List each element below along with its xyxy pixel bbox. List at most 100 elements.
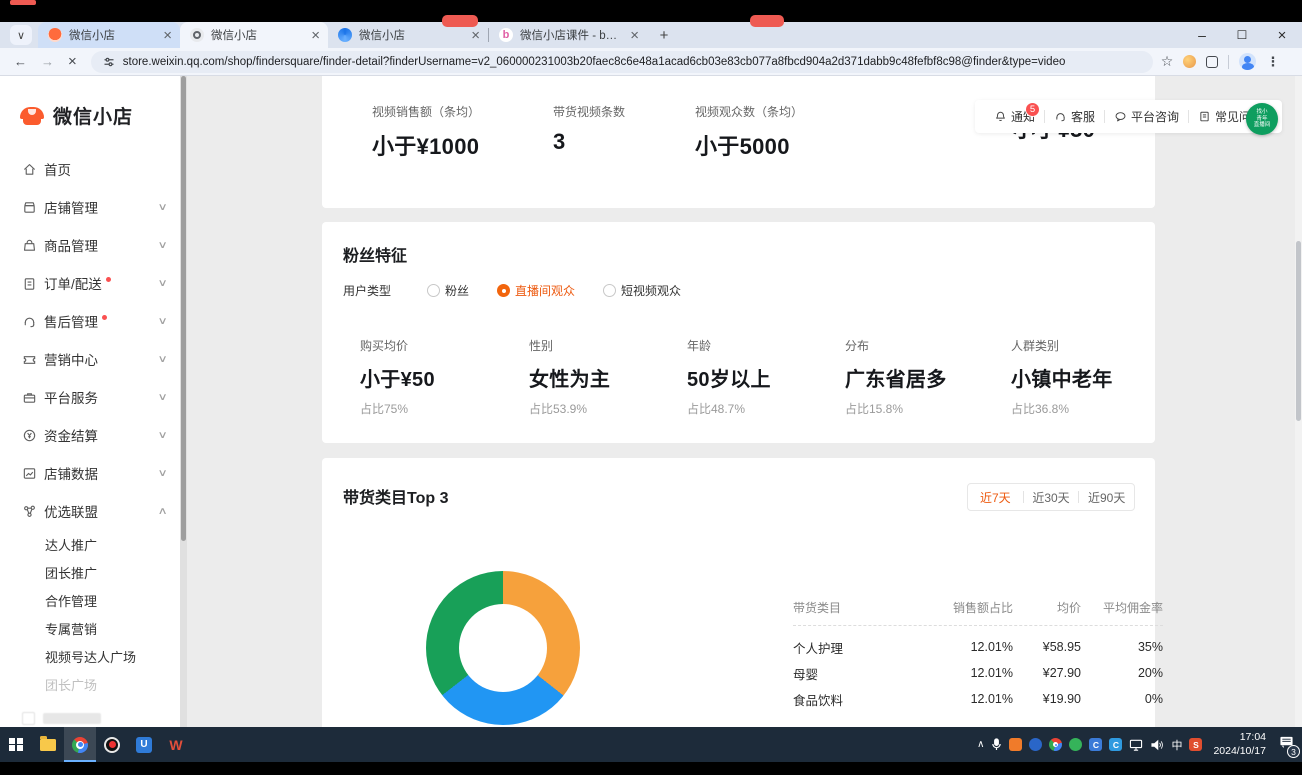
tray-expand-icon[interactable] <box>977 739 984 750</box>
browser-tab-2-active[interactable]: 微信小店 <box>180 22 328 48</box>
sidebar-item-label: 优选联盟 <box>44 501 98 521</box>
stat-label: 带货视频条数 <box>553 103 625 120</box>
sidebar-item-home[interactable]: 首页 <box>0 150 180 188</box>
browser-tab-4[interactable]: b 微信小店课件 - boardmix <box>489 22 647 48</box>
wps-taskbar-button[interactable] <box>160 727 192 762</box>
sidebar-item-platform[interactable]: 平台服务 <box>0 378 180 416</box>
stop-loading-icon[interactable] <box>68 53 77 70</box>
browser-tab-bar: 微信小店 微信小店 微信小店 b 微信小店课件 - boardmix <box>0 22 1302 48</box>
close-button[interactable] <box>1262 22 1302 48</box>
sub-item-label: 视频号达人广场 <box>45 647 136 666</box>
scrollbar-thumb[interactable] <box>181 76 186 541</box>
sidebar-item-product-mgmt[interactable]: 商品管理 <box>0 226 180 264</box>
tray-c-app-icon[interactable] <box>1089 738 1102 751</box>
stat-video-sales: 视频销售额（条均） 小于¥1000 <box>372 103 480 161</box>
address-box[interactable]: store.weixin.qq.com/shop/findersquare/fi… <box>91 51 1153 73</box>
tray-c-app2-icon[interactable] <box>1109 738 1122 751</box>
floating-live-badge[interactable]: 找小 青年 直播间 <box>1246 103 1278 135</box>
sidebar-item-label: 营销中心 <box>44 349 98 369</box>
speaker-icon[interactable] <box>1150 739 1164 751</box>
extensions-icon[interactable] <box>1206 56 1218 68</box>
notification-badge: 3 <box>1287 745 1300 758</box>
file-explorer-button[interactable] <box>32 727 64 762</box>
restore-button[interactable] <box>1222 22 1262 48</box>
app-logo[interactable]: 微信小店 <box>20 102 133 129</box>
scrollbar-thumb[interactable] <box>1296 241 1301 421</box>
browser-tab-1[interactable]: 微信小店 <box>38 22 180 48</box>
tab-close-icon[interactable] <box>303 27 320 44</box>
screen-letterbox <box>0 762 1302 775</box>
generic-favicon <box>190 28 204 42</box>
recording-overlay-icon <box>750 15 784 27</box>
new-tab-button[interactable] <box>653 24 675 46</box>
chrome-taskbar-button[interactable] <box>64 727 96 762</box>
tray-swirl-icon[interactable] <box>1029 738 1042 751</box>
sidebar-item-alliance[interactable]: 优选联盟 <box>0 492 180 530</box>
tray-app-orange-icon[interactable] <box>1009 738 1022 751</box>
site-info-icon[interactable] <box>103 56 115 68</box>
recorder-taskbar-button[interactable] <box>96 727 128 762</box>
microphone-icon[interactable] <box>991 738 1002 751</box>
sidebar-item-data[interactable]: 店铺数据 <box>0 454 180 492</box>
tab-title: 微信小店 <box>69 27 115 43</box>
sidebar-item-marketing[interactable]: 营销中心 <box>0 340 180 378</box>
u-app-taskbar-button[interactable] <box>128 727 160 762</box>
platform-consult-button[interactable]: 平台咨询 <box>1105 108 1188 125</box>
taskbar-clock[interactable]: 17:04 2024/10/17 <box>1213 731 1266 758</box>
tab-close-icon[interactable] <box>622 27 639 44</box>
shop-logo-icon <box>20 104 44 128</box>
stat-value: 3 <box>553 129 625 155</box>
minimize-button[interactable] <box>1182 22 1222 48</box>
headset-icon <box>1054 110 1067 123</box>
sidebar-sub-tuanzhang[interactable]: 团长推广 <box>0 558 180 586</box>
ime-indicator[interactable]: 中 <box>1171 737 1182 753</box>
sidebar-sub-leader-square[interactable]: 团长广场 <box>0 670 180 698</box>
radio-short-video-viewers[interactable]: 短视频观众 <box>603 282 681 299</box>
blue-favicon <box>338 28 352 42</box>
clock-time: 17:04 <box>1213 731 1266 745</box>
sidebar-sub-daren[interactable]: 达人推广 <box>0 530 180 558</box>
sidebar-sub-finder-square[interactable]: 视频号达人广场 <box>0 642 180 670</box>
home-icon <box>22 162 37 177</box>
tab-search-chevron-icon[interactable] <box>10 25 32 45</box>
network-icon <box>22 504 37 519</box>
sidebar-item-store-mgmt[interactable]: 店铺管理 <box>0 188 180 226</box>
action-center-button[interactable]: 3 <box>1279 735 1294 754</box>
forward-icon[interactable] <box>41 54 54 69</box>
notice-button[interactable]: 通知 5 <box>985 108 1044 125</box>
tray-sogou-icon[interactable] <box>1189 738 1202 751</box>
radio-label: 直播间观众 <box>515 282 575 299</box>
profile-avatar[interactable] <box>1239 53 1256 70</box>
radio-icon <box>427 284 440 297</box>
tab-90days[interactable]: 近90天 <box>1079 489 1134 506</box>
start-button[interactable] <box>0 727 32 762</box>
back-icon[interactable] <box>14 54 27 69</box>
app-title: 微信小店 <box>53 102 133 129</box>
tray-chrome-icon[interactable] <box>1049 738 1062 751</box>
customer-service-button[interactable]: 客服 <box>1045 108 1104 125</box>
tab-close-icon[interactable] <box>463 27 480 44</box>
tab-30days[interactable]: 近30天 <box>1024 489 1079 506</box>
sidebar-sub-exclusive[interactable]: 专属营销 <box>0 614 180 642</box>
sidebar-scrollbar[interactable] <box>180 76 187 727</box>
tab-7days[interactable]: 近7天 <box>968 489 1023 506</box>
extension-cookie-icon[interactable] <box>1183 55 1196 68</box>
chevron-down-icon <box>157 278 167 289</box>
sidebar-item-funds[interactable]: 资金结算 <box>0 416 180 454</box>
sidebar-sub-cooperation[interactable]: 合作管理 <box>0 586 180 614</box>
screen: 微信小店 微信小店 微信小店 b 微信小店课件 - boardmix <box>0 0 1302 775</box>
sidebar-item-aftersale[interactable]: 售后管理 <box>0 302 180 340</box>
radio-fans[interactable]: 粉丝 <box>427 282 469 299</box>
tray-wechat-icon[interactable] <box>1069 738 1082 751</box>
radio-live-viewers[interactable]: 直播间观众 <box>497 282 575 299</box>
page-scrollbar[interactable] <box>1295 76 1302 727</box>
display-icon[interactable] <box>1129 739 1143 751</box>
chart-icon <box>22 466 37 481</box>
folder-icon <box>40 739 56 751</box>
sidebar-item-orders[interactable]: 订单/配送 <box>0 264 180 302</box>
urlbar-actions <box>1161 53 1280 70</box>
sidebar-menu: 首页 店铺管理 商品管理 订单/配送 <box>0 150 180 698</box>
bookmark-star-icon[interactable] <box>1161 53 1174 70</box>
tab-close-icon[interactable] <box>155 27 172 44</box>
browser-menu-icon[interactable] <box>1266 54 1279 70</box>
